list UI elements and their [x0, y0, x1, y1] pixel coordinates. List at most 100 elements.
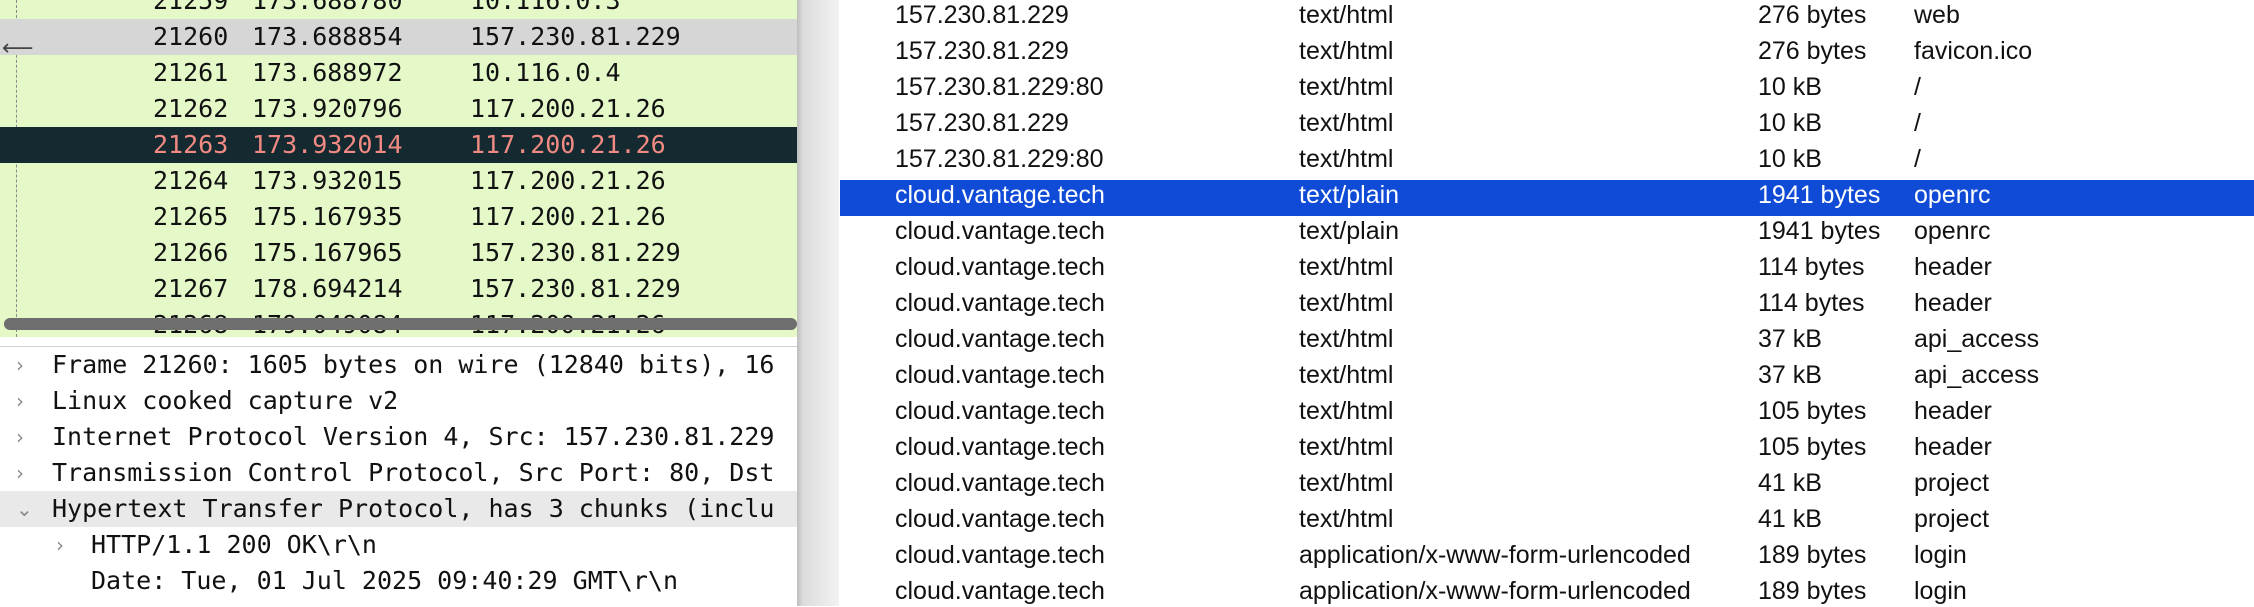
packet-time: 175.167935 — [252, 202, 403, 231]
detail-tree-label: Transmission Control Protocol, Src Port:… — [52, 458, 775, 487]
packet-row[interactable]: 21262 173.920796 117.200.21.26 — [0, 91, 797, 127]
object-filename: project — [1914, 505, 1990, 533]
object-size: 189 bytes — [1758, 577, 1867, 605]
object-row[interactable]: cloud.vantage.tech application/x-www-form… — [840, 540, 2254, 576]
packet-number: 21259 — [153, 0, 229, 15]
detail-tree-label: Linux cooked capture v2 — [52, 386, 399, 415]
detail-tree-item[interactable]: › Internet Protocol Version 4, Src: 157.2… — [0, 419, 797, 455]
object-row[interactable]: cloud.vantage.tech text/html 105 bytes head… — [840, 396, 2254, 432]
object-content-type: text/html — [1299, 397, 1394, 425]
packet-row[interactable]: 21260 173.688854 157.230.81.229 — [0, 19, 797, 55]
chevron-right-icon[interactable]: › — [16, 455, 36, 491]
object-row[interactable]: cloud.vantage.tech text/html 41 kB project — [840, 468, 2254, 504]
detail-tree-item[interactable]: › HTTP/1.1 200 OK\r\n — [0, 527, 797, 563]
object-size: 37 kB — [1758, 361, 1822, 389]
detail-tree-item[interactable]: › Transmission Control Protocol, Src Port… — [0, 455, 797, 491]
object-row[interactable]: cloud.vantage.tech text/plain 1941 bytes op… — [840, 216, 2254, 252]
object-row[interactable]: 157.230.81.229:80 text/html 10 kB / — [840, 144, 2254, 180]
packet-number: 21261 — [153, 58, 229, 87]
packet-time: 173.932014 — [252, 130, 403, 159]
packet-row[interactable]: 21265 175.167935 117.200.21.26 — [0, 199, 797, 235]
object-content-type: text/html — [1299, 73, 1394, 101]
chevron-right-icon[interactable]: › — [16, 347, 36, 383]
packet-row[interactable]: 21263 173.932014 117.200.21.26 — [0, 127, 797, 163]
object-content-type: application/x-www-form-urlencoded — [1299, 577, 1691, 605]
object-row[interactable]: 157.230.81.229:80 text/html 10 kB / — [840, 72, 2254, 108]
packet-number: 21265 — [153, 202, 229, 231]
packet-time: 178.694214 — [252, 274, 403, 303]
detail-tree-item[interactable]: › Frame 21260: 1605 bytes on wire (12840 … — [0, 347, 797, 383]
chevron-right-icon[interactable]: › — [56, 527, 76, 563]
http-objects-table[interactable]: 157.230.81.229 text/html 276 bytes web 157.2… — [840, 0, 2254, 606]
packet-time: 173.688780 — [252, 0, 403, 15]
detail-tree-label: Date: Tue, 01 Jul 2025 09:40:29 GMT\r\n — [91, 566, 678, 595]
packet-number: 21262 — [153, 94, 229, 123]
object-hostname: cloud.vantage.tech — [895, 253, 1105, 281]
packet-number: 21267 — [153, 274, 229, 303]
object-hostname: 157.230.81.229 — [895, 109, 1069, 137]
object-content-type: text/html — [1299, 325, 1394, 353]
packet-row[interactable]: 21261 173.688972 10.116.0.4 — [0, 55, 797, 91]
object-content-type: text/html — [1299, 505, 1394, 533]
object-content-type: text/plain — [1299, 217, 1400, 245]
object-content-type: text/html — [1299, 469, 1394, 497]
packet-details-tree[interactable]: › Frame 21260: 1605 bytes on wire (12840 … — [0, 346, 797, 607]
object-hostname: cloud.vantage.tech — [895, 505, 1105, 533]
object-row[interactable]: 157.230.81.229 text/html 276 bytes favicon.… — [840, 36, 2254, 72]
packet-source: 117.200.21.26 — [470, 130, 666, 159]
chevron-right-icon[interactable]: › — [16, 419, 36, 455]
object-row[interactable]: cloud.vantage.tech text/html 37 kB api_acce… — [840, 324, 2254, 360]
detail-tree-item[interactable]: Date: Tue, 01 Jul 2025 09:40:29 GMT\r\n — [0, 563, 797, 599]
object-hostname: cloud.vantage.tech — [895, 289, 1105, 317]
packet-source: 157.230.81.229 — [470, 274, 681, 303]
pane-divider[interactable] — [797, 0, 839, 606]
object-hostname: cloud.vantage.tech — [895, 577, 1105, 605]
object-hostname: 157.230.81.229 — [895, 37, 1069, 65]
object-row[interactable]: cloud.vantage.tech text/html 105 bytes head… — [840, 432, 2254, 468]
object-filename: / — [1914, 145, 1921, 173]
chevron-right-icon[interactable]: › — [16, 383, 36, 419]
object-row[interactable]: cloud.vantage.tech text/plain 1941 bytes op… — [840, 180, 2254, 216]
object-size: 10 kB — [1758, 109, 1822, 137]
object-hostname: cloud.vantage.tech — [895, 325, 1105, 353]
chevron-down-icon[interactable]: ⌄ — [16, 491, 36, 527]
detail-tree-label: HTTP/1.1 200 OK\r\n — [91, 530, 377, 559]
object-row[interactable]: 157.230.81.229 text/html 276 bytes web — [840, 0, 2254, 36]
object-hostname: cloud.vantage.tech — [895, 217, 1105, 245]
object-filename: login — [1914, 541, 1967, 569]
detail-tree-label: Hypertext Transfer Protocol, has 3 chunk… — [52, 494, 775, 523]
object-hostname: cloud.vantage.tech — [895, 469, 1105, 497]
packet-row[interactable]: 21266 175.167965 157.230.81.229 — [0, 235, 797, 271]
packet-row[interactable]: 21264 173.932015 117.200.21.26 — [0, 163, 797, 199]
object-content-type: text/html — [1299, 145, 1394, 173]
object-row[interactable]: cloud.vantage.tech text/html 114 bytes head… — [840, 252, 2254, 288]
object-size: 41 kB — [1758, 505, 1822, 533]
object-row[interactable]: cloud.vantage.tech text/html 114 bytes head… — [840, 288, 2254, 324]
detail-tree-label: Internet Protocol Version 4, Src: 157.23… — [52, 422, 775, 451]
detail-tree-item[interactable]: ⌄ Hypertext Transfer Protocol, has 3 chun… — [0, 491, 797, 527]
packet-time: 173.688972 — [252, 58, 403, 87]
object-content-type: text/html — [1299, 1, 1394, 29]
detail-tree-item[interactable]: › Linux cooked capture v2 — [0, 383, 797, 419]
object-size: 114 bytes — [1758, 289, 1865, 317]
packet-row[interactable]: 21267 178.694214 157.230.81.229 — [0, 271, 797, 307]
object-size: 105 bytes — [1758, 397, 1867, 425]
object-hostname: cloud.vantage.tech — [895, 361, 1105, 389]
packet-list[interactable]: 21259 173.688780 10.116.0.3 21260 173.688854… — [0, 0, 797, 337]
horizontal-scrollbar[interactable] — [4, 318, 797, 330]
packet-number: 21266 — [153, 238, 229, 267]
object-hostname: 157.230.81.229:80 — [895, 73, 1104, 101]
packet-source: 117.200.21.26 — [470, 166, 666, 195]
object-row[interactable]: cloud.vantage.tech text/html 37 kB api_acce… — [840, 360, 2254, 396]
object-size: 10 kB — [1758, 145, 1822, 173]
object-content-type: application/x-www-form-urlencoded — [1299, 541, 1691, 569]
packet-time: 175.167965 — [252, 238, 403, 267]
object-row[interactable]: 157.230.81.229 text/html 10 kB / — [840, 108, 2254, 144]
object-row[interactable]: cloud.vantage.tech text/html 41 kB project — [840, 504, 2254, 540]
object-size: 114 bytes — [1758, 253, 1865, 281]
packet-row[interactable]: 21259 173.688780 10.116.0.3 — [0, 0, 797, 19]
object-size: 1941 bytes — [1758, 181, 1881, 209]
object-row[interactable]: cloud.vantage.tech application/x-www-form… — [840, 576, 2254, 606]
object-content-type: text/html — [1299, 253, 1394, 281]
object-hostname: 157.230.81.229:80 — [895, 145, 1104, 173]
